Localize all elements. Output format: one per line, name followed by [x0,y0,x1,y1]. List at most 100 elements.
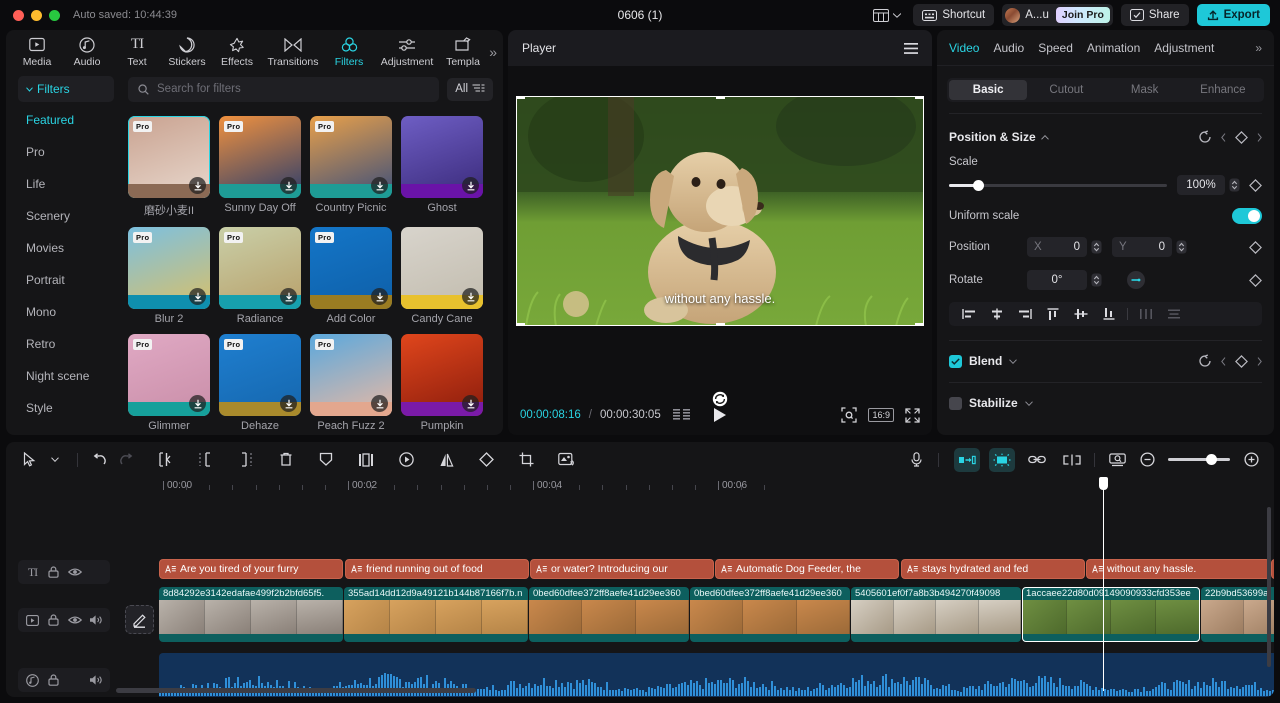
rotate-keyframe-icon[interactable] [1249,273,1262,287]
filter-card[interactable]: Pro Glimmer [128,334,210,432]
window-controls[interactable]: Auto saved: 10:44:39 [0,9,177,21]
share-button[interactable]: Share [1120,4,1189,26]
filter-thumbnail[interactable]: Pro [310,116,392,198]
filter-thumbnail[interactable]: Pro [310,334,392,416]
video-preview[interactable]: without any hassle. [516,96,924,326]
download-icon[interactable] [462,395,479,412]
playhead[interactable] [1099,477,1108,691]
tab-speed[interactable]: Speed [1038,41,1073,55]
position-y-field[interactable]: Y 0 [1112,237,1172,257]
zoom-to-fit-icon[interactable] [841,407,858,423]
download-icon[interactable] [371,177,388,194]
sidebar-item-movies[interactable]: Movies [14,232,118,264]
download-icon[interactable] [189,177,206,194]
distribute-horizontal-icon[interactable] [1132,308,1160,320]
filter-card[interactable]: Pro 磨砂小麦II [128,116,210,218]
stabilize-checkbox[interactable] [949,396,962,410]
nav-item-adjustment[interactable]: Adjustment [374,34,440,68]
text-track-header[interactable]: TI [18,560,110,584]
nav-item-stickers[interactable]: Stickers [162,34,212,68]
nav-item-filters[interactable]: Filters [324,34,374,68]
eye-icon[interactable] [64,615,85,625]
align-top-icon[interactable] [1039,308,1067,320]
fullscreen-icon[interactable] [905,407,920,423]
search-box[interactable] [128,76,440,102]
filter-all-button[interactable]: All [447,77,493,101]
blend-chevron-down-icon[interactable] [1009,358,1018,364]
preview-render-icon[interactable] [1104,448,1130,472]
close-window-icon[interactable] [13,9,24,21]
crop-icon[interactable] [513,448,539,472]
audio-detach-icon[interactable] [553,448,579,472]
download-icon[interactable] [371,395,388,412]
playhead-handle[interactable] [1099,477,1108,490]
eye-icon[interactable] [64,567,85,577]
speaker-icon[interactable] [85,674,106,686]
nav-more-button[interactable]: » [489,44,497,60]
snap-icon[interactable] [1059,448,1085,472]
search-input[interactable] [157,83,430,95]
filter-thumbnail[interactable] [401,116,483,198]
position-x-stepper[interactable] [1091,240,1102,254]
sidebar-item-retro[interactable]: Retro [14,328,118,360]
link-clips-icon[interactable] [1024,448,1050,472]
distribute-vertical-icon[interactable] [1160,308,1188,320]
trim-end-icon[interactable] [233,448,259,472]
blend-reset-icon[interactable] [1198,354,1212,368]
sidebar-item-style[interactable]: Style [14,392,118,424]
align-right-icon[interactable] [1011,308,1039,320]
position-keyframe-icon[interactable] [1249,240,1262,254]
align-left-icon[interactable] [955,308,983,320]
video-clip[interactable]: 5405601ef0f7a8b3b494270f49098 [851,587,1021,642]
tab-audio[interactable]: Audio [993,41,1024,55]
freeze-frame-icon[interactable] [353,448,379,472]
keyframe-icon[interactable] [1235,130,1248,144]
text-clip[interactable]: stays hydrated and fed [901,559,1085,579]
text-clip[interactable]: without any hassle. [1086,559,1270,579]
sidebar-item-scenery[interactable]: Scenery [14,200,118,232]
tab-adjustment[interactable]: Adjustment [1154,41,1214,55]
tab-animation[interactable]: Animation [1087,41,1140,55]
sidebar-item-featured[interactable]: Featured [14,104,118,136]
filter-thumbnail[interactable]: Pro [219,334,301,416]
video-clip[interactable]: 8d84292e3142edafae499f2b2bfd65f5. [159,587,343,642]
filter-card[interactable]: Pumpkin [401,334,483,432]
rotate-value[interactable]: 0° [1027,270,1087,290]
record-voiceover-icon[interactable] [903,448,929,472]
reset-icon[interactable] [1198,130,1212,144]
undo-icon[interactable] [87,448,113,472]
text-clip[interactable]: or water? Introducing our [530,559,714,579]
video-clip[interactable]: 22b9bd53699a [1201,587,1274,642]
timeline-zoom-slider[interactable] [1168,454,1230,465]
filter-card[interactable]: Pro Radiance [219,227,301,325]
align-center-horizontal-icon[interactable] [983,308,1011,320]
subtab-cutout[interactable]: Cutout [1027,80,1105,100]
auto-highlight-icon[interactable] [989,447,1015,472]
align-bottom-icon[interactable] [1095,308,1123,320]
player-menu-icon[interactable] [904,42,918,54]
download-icon[interactable] [280,395,297,412]
blend-keyframe-icon[interactable] [1235,354,1248,368]
sidebar-item-mono[interactable]: Mono [14,296,118,328]
stabilize-chevron-down-icon[interactable] [1024,400,1033,406]
nav-item-transitions[interactable]: Transitions [262,34,324,68]
position-x-field[interactable]: X 0 [1027,237,1087,257]
filter-thumbnail[interactable] [401,334,483,416]
zoom-in-icon[interactable] [1238,448,1264,472]
sidebar-item-life[interactable]: Life [14,168,118,200]
trim-start-icon[interactable] [193,448,219,472]
frame-list-icon[interactable] [672,409,691,421]
sidebar-item-pro[interactable]: Pro [14,136,118,168]
lock-icon[interactable] [43,674,64,686]
minimize-window-icon[interactable] [31,9,42,21]
download-icon[interactable] [280,177,297,194]
keyframe-next-icon[interactable] [1257,132,1262,142]
sidebar-item-night-scene[interactable]: Night scene [14,360,118,392]
download-icon[interactable] [371,288,388,305]
sidebar-item-portrait[interactable]: Portrait [14,264,118,296]
play-button[interactable] [713,407,727,423]
video-clip[interactable]: 1accaee22d80d09149090933cfd353ee [1022,587,1200,642]
nav-item-media[interactable]: Media [12,34,62,68]
filter-card[interactable]: Pro Add Color [310,227,392,325]
tool-dropdown-icon[interactable] [42,448,68,472]
